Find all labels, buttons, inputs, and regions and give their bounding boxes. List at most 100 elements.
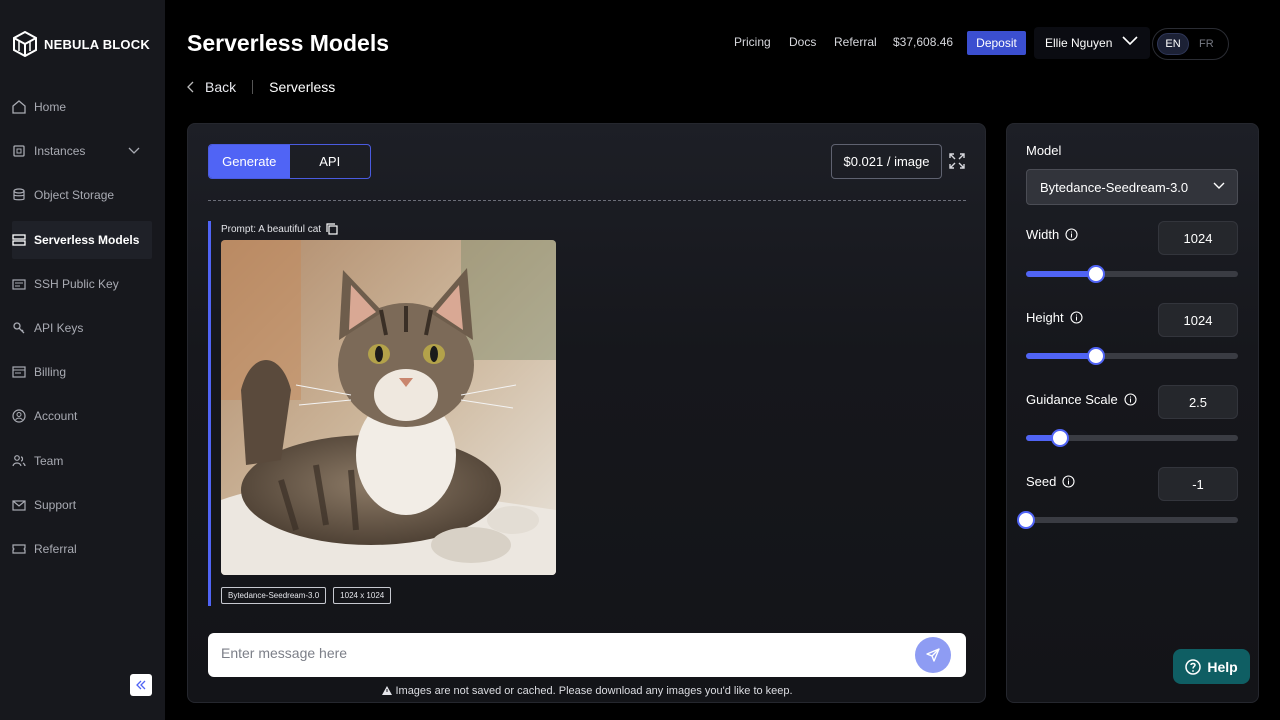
mode-tabs: Generate API [208,144,371,179]
divider [208,200,966,201]
model-select[interactable]: Bytedance-Seedream-3.0 [1026,169,1238,205]
disclaimer-text: Images are not saved or cached. Please d… [395,685,793,697]
settings-panel: Model Bytedance-Seedream-3.0 Width 1024 … [1006,123,1259,703]
help-label: Help [1207,658,1238,675]
sidebar-item-team[interactable]: Team [12,442,152,480]
balance-amount: $37,608.46 [893,35,954,49]
info-icon[interactable] [1070,311,1083,324]
sidebar-item-billing[interactable]: Billing [12,353,152,391]
seed-input[interactable]: -1 [1158,467,1238,501]
chevron-down-icon [128,147,140,154]
key-icon [13,322,25,334]
sidebar: NEBULA BLOCK Home Instances Object Stora… [0,0,165,720]
lang-fr-option[interactable]: FR [1199,38,1214,50]
tab-api[interactable]: API [290,145,371,178]
chevron-left-icon [187,81,194,93]
cube-logo-icon [13,31,37,57]
mail-icon [12,500,26,511]
guidance-label-text: Guidance Scale [1026,392,1118,407]
sidebar-item-support[interactable]: Support [12,486,152,524]
sidebar-item-label: Account [34,409,78,423]
image-tags: Bytedance-Seedream-3.0 1024 x 1024 [221,587,392,604]
model-select-value: Bytedance-Seedream-3.0 [1040,179,1189,195]
sidebar-item-object-storage[interactable]: Object Storage [12,176,152,214]
cpu-icon [13,145,25,157]
prompt-row: Prompt: A beautiful cat [221,223,338,235]
docs-link[interactable]: Docs [789,35,816,49]
back-label: Back [205,79,237,95]
guidance-label: Guidance Scale [1026,392,1137,407]
info-icon[interactable] [1124,393,1137,406]
help-button[interactable]: Help [1173,649,1250,684]
page-title: Serverless Models [187,30,390,56]
pricing-link[interactable]: Pricing [734,35,771,49]
chevron-down-icon [1122,36,1138,46]
sidebar-item-home[interactable]: Home [12,88,152,126]
copy-icon[interactable] [326,223,338,235]
model-label: Model [1026,143,1061,158]
sidebar-item-label: Home [34,100,67,114]
seed-label: Seed [1026,474,1075,489]
sidebar-item-instances[interactable]: Instances [12,132,152,170]
breadcrumb-separator [252,80,254,94]
width-input[interactable]: 1024 [1158,221,1238,255]
seed-slider[interactable] [1017,511,1238,529]
seed-label-text: Seed [1026,474,1057,489]
breadcrumb-current: Serverless [269,79,336,95]
sidebar-item-label: Team [34,454,64,468]
slider-thumb[interactable] [1017,511,1035,529]
height-input[interactable]: 1024 [1158,303,1238,337]
account-icon [12,409,26,423]
sidebar-item-label: Object Storage [34,188,115,202]
language-switcher: EN FR [1152,28,1229,60]
guidance-input[interactable]: 2.5 [1158,385,1238,419]
sidebar-item-label: Support [34,498,77,512]
brand-logo[interactable]: NEBULA BLOCK [13,31,150,57]
guidance-slider[interactable] [1026,429,1238,447]
home-icon [12,100,26,114]
chevron-down-icon [1213,182,1225,189]
server-icon [12,234,26,246]
user-name: Ellie Nguyen [1045,36,1113,50]
brand-name: NEBULA BLOCK [44,36,150,52]
help-icon [1185,658,1202,675]
tab-generate[interactable]: Generate [209,145,290,178]
width-slider[interactable] [1026,265,1238,283]
sidebar-item-label: Serverless Models [34,233,140,247]
sidebar-item-label: API Keys [34,321,84,335]
fullscreen-icon[interactable] [949,153,965,169]
sidebar-item-account[interactable]: Account [12,397,152,435]
back-button[interactable]: Back [187,79,236,95]
sidebar-item-ssh-public-key[interactable]: SSH Public Key [12,265,152,303]
sidebar-item-label: Referral [34,542,77,556]
sidebar-item-api-keys[interactable]: API Keys [12,309,152,347]
height-label: Height [1026,310,1083,325]
sidebar-item-label: Billing [34,365,67,379]
height-slider[interactable] [1026,347,1238,365]
info-icon[interactable] [1062,475,1075,488]
message-input[interactable] [221,645,901,661]
generation-result: Prompt: A beautiful cat Bytedance-Seedre… [208,221,708,606]
slider-thumb[interactable] [1086,347,1105,365]
sidebar-item-referral[interactable]: Referral [12,530,152,568]
slider-thumb[interactable] [1050,429,1069,447]
height-label-text: Height [1026,310,1064,325]
message-bar [208,633,966,677]
sidebar-item-label: Instances [34,144,86,158]
user-menu[interactable]: Ellie Nguyen [1034,27,1150,59]
deposit-button[interactable]: Deposit [967,31,1026,55]
generated-image[interactable] [221,240,556,575]
width-label-text: Width [1026,227,1060,242]
breadcrumb: Back Serverless [187,79,335,95]
slider-thumb[interactable] [1086,265,1105,283]
collapse-sidebar-button[interactable] [130,674,152,696]
referral-link[interactable]: Referral [834,35,877,49]
send-icon [926,648,940,662]
info-icon[interactable] [1065,228,1078,241]
sidebar-item-serverless-models[interactable]: Serverless Models [12,221,152,259]
team-icon [12,455,26,467]
lang-en-option[interactable]: EN [1157,33,1189,55]
ticket-icon [12,544,26,554]
send-button[interactable] [915,637,951,673]
cat-image [221,240,556,575]
